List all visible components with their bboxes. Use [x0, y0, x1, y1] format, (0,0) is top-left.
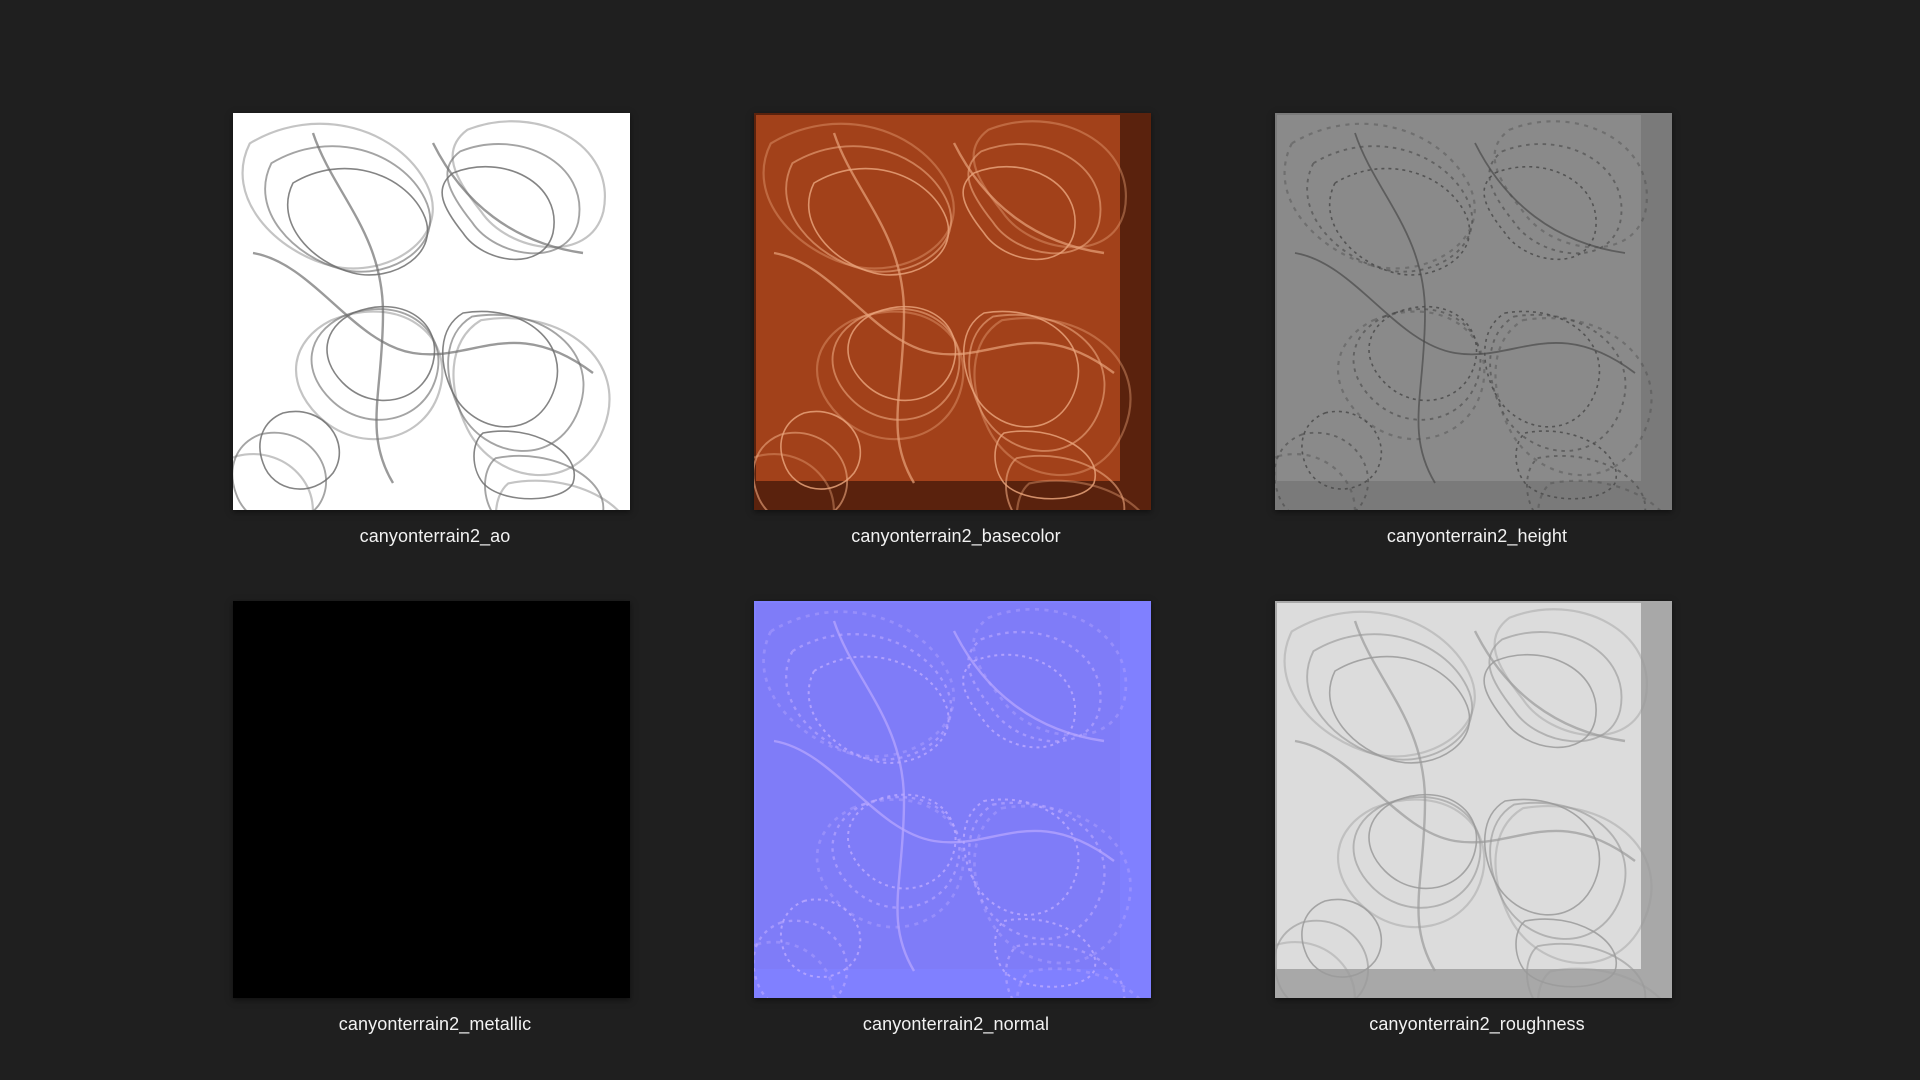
file-tile-height[interactable]: canyonterrain2_height [1275, 113, 1672, 547]
texture-thumbnail-normal[interactable] [754, 601, 1151, 998]
texture-image [233, 113, 630, 510]
texture-thumbnail-roughness[interactable] [1275, 601, 1672, 998]
texture-thumbnail-basecolor[interactable] [754, 113, 1151, 510]
texture-thumbnail-ao[interactable] [233, 113, 630, 510]
file-name-label[interactable]: canyonterrain2_normal [754, 1013, 1158, 1035]
texture-image [1275, 601, 1672, 998]
texture-image [233, 601, 630, 998]
file-name-label[interactable]: canyonterrain2_basecolor [754, 525, 1158, 547]
file-tile-metallic[interactable]: canyonterrain2_metallic [233, 601, 630, 1035]
file-name-label[interactable]: canyonterrain2_height [1275, 525, 1679, 547]
texture-image [754, 601, 1151, 998]
file-name-label[interactable]: canyonterrain2_roughness [1275, 1013, 1679, 1035]
file-tile-normal[interactable]: canyonterrain2_normal [754, 601, 1151, 1035]
file-tile-ao[interactable]: canyonterrain2_ao [233, 113, 630, 547]
texture-thumbnail-height[interactable] [1275, 113, 1672, 510]
texture-image [1275, 113, 1672, 510]
file-tile-basecolor[interactable]: canyonterrain2_basecolor [754, 113, 1151, 547]
file-name-label[interactable]: canyonterrain2_metallic [233, 1013, 637, 1035]
texture-image [754, 113, 1151, 510]
file-name-label[interactable]: canyonterrain2_ao [233, 525, 637, 547]
file-thumbnail-grid: canyonterrain2_ao canyonterrain2_basecol… [233, 113, 1673, 1035]
file-tile-roughness[interactable]: canyonterrain2_roughness [1275, 601, 1672, 1035]
texture-thumbnail-metallic[interactable] [233, 601, 630, 998]
